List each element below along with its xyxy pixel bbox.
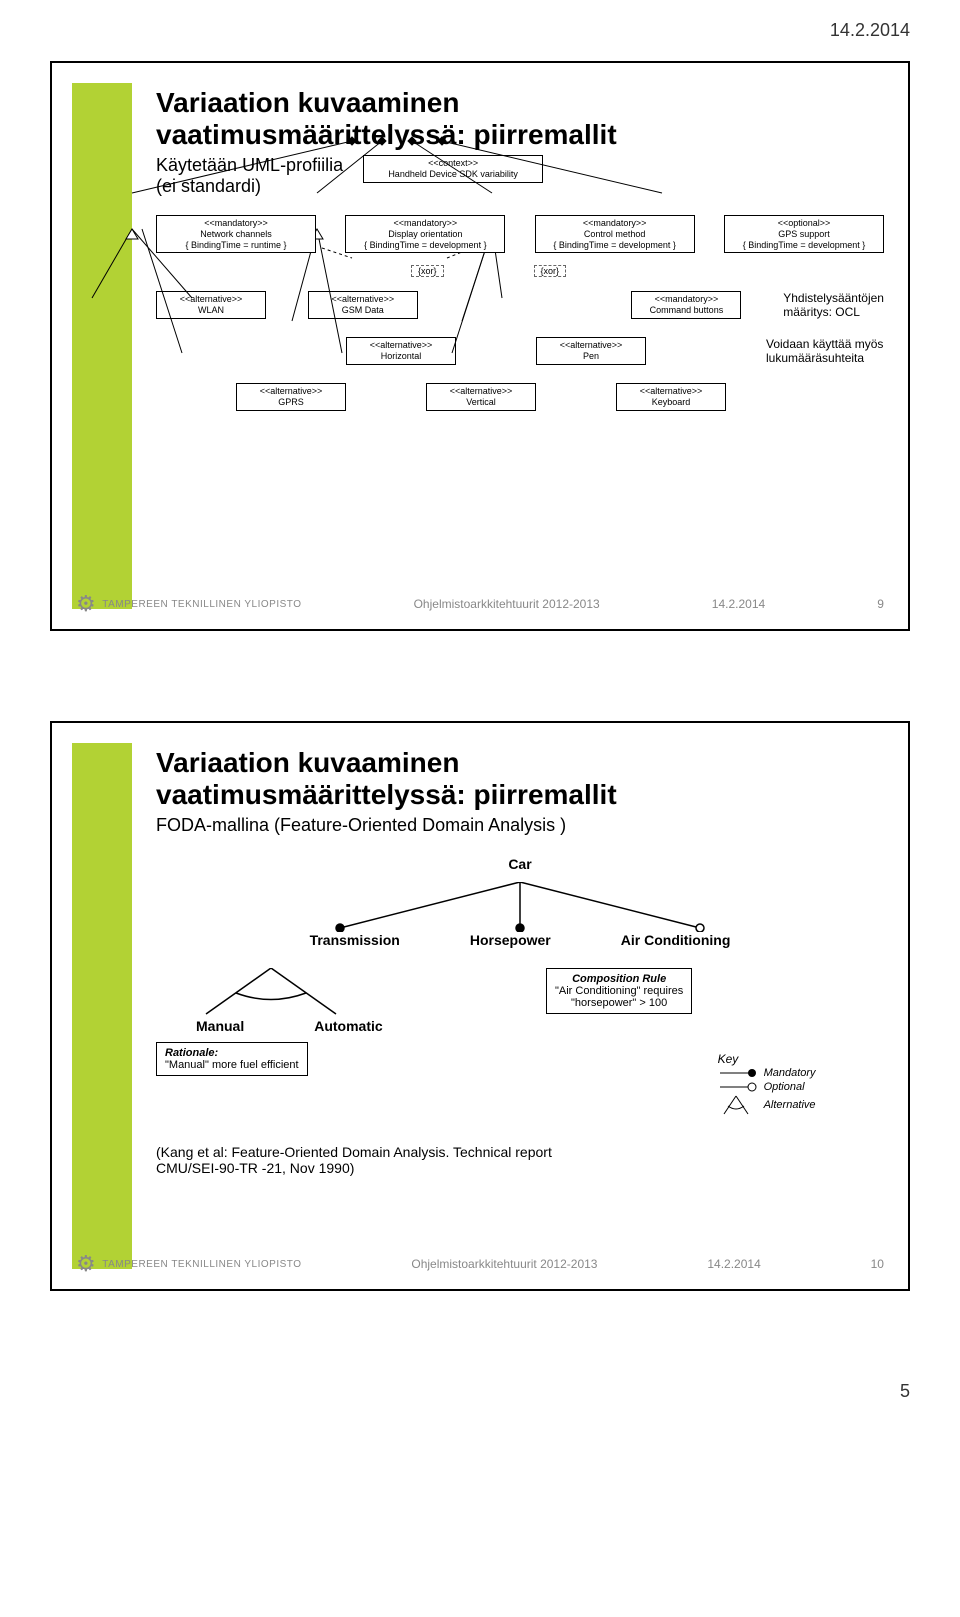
slide1-title-l1: Variaation kuvaaminen (156, 87, 459, 118)
xor-label-2: {xor} (534, 265, 567, 277)
uml-box-pen: <<alternative>> Pen (536, 337, 646, 365)
footer-logo: ⚙ TAMPEREEN TEKNILLINEN YLIOPISTO (76, 1251, 302, 1277)
foda-alt-lines (156, 968, 386, 1018)
rationale-box: Rationale: "Manual" more fuel efficient (156, 1042, 308, 1076)
feature-ac: Air Conditioning (621, 932, 731, 948)
gear-icon: ⚙ (76, 1251, 96, 1277)
uml-box-gprs: <<alternative>> GPRS (236, 383, 346, 411)
subfeature-automatic: Automatic (314, 1018, 382, 1034)
note-count: Voidaan käyttää myös lukumääräsuhteita (766, 337, 883, 365)
uml-box-wlan: <<alternative>> WLAN (156, 291, 266, 319)
feature-horsepower: Horsepower (470, 932, 551, 948)
uml-box-keyboard: <<alternative>> Keyboard (616, 383, 726, 411)
footer-course: Ohjelmistoarkkitehtuurit 2012-2013 (414, 597, 600, 611)
foda-car: Car (156, 856, 884, 872)
footer-date: 14.2.2014 (712, 597, 765, 611)
footer-logo: ⚙ TAMPEREEN TEKNILLINEN YLIOPISTO (76, 591, 302, 617)
uml-box-gps: <<optional>> GPS support { BindingTime =… (724, 215, 884, 253)
uml-box-horizontal: <<alternative>> Horizontal (346, 337, 456, 365)
page-number: 5 (50, 1381, 910, 1402)
note-ocl: Yhdistelysääntöjen määritys: OCL (783, 291, 884, 319)
page-header-date: 14.2.2014 (50, 20, 910, 41)
uml-box-display: <<mandatory>> Display orientation { Bind… (345, 215, 505, 253)
uml-box-vertical: <<alternative>> Vertical (426, 383, 536, 411)
uml-box-network: <<mandatory>> Network channels { Binding… (156, 215, 316, 253)
foda-top-lines (200, 882, 840, 932)
subfeature-manual: Manual (196, 1018, 244, 1034)
footer-page: 10 (871, 1257, 884, 1271)
slide2-title-l2: vaatimusmäärittelyssä: piirremallit (156, 779, 617, 810)
slide2-title-l1: Variaation kuvaaminen (156, 747, 459, 778)
uml-box-cmd: <<mandatory>> Command buttons (631, 291, 741, 319)
slide-2: Variaation kuvaaminen vaatimusmäärittely… (50, 721, 910, 1291)
footer-page: 9 (877, 597, 884, 611)
uml-box-control: <<mandatory>> Control method { BindingTi… (535, 215, 695, 253)
xor-label-1: {xor} (411, 265, 444, 277)
slide1-title-l2: vaatimusmäärittelyssä: piirremallit (156, 119, 617, 150)
composition-rule-box: Composition Rule "Air Conditioning" requ… (546, 968, 692, 1014)
gear-icon: ⚙ (76, 591, 96, 617)
alternative-icon (718, 1094, 758, 1116)
accent-bar (72, 83, 132, 609)
uml-box-gsm: <<alternative>> GSM Data (308, 291, 418, 319)
accent-bar (72, 743, 132, 1269)
feature-transmission: Transmission (310, 932, 400, 948)
slide-1: Variaation kuvaaminen vaatimusmäärittely… (50, 61, 910, 631)
footer-course: Ohjelmistoarkkitehtuurit 2012-2013 (411, 1257, 597, 1271)
slide2-subtitle: FODA-mallina (Feature-Oriented Domain An… (156, 815, 884, 836)
key-legend: Key Mandatory Optional (718, 1052, 816, 1116)
optional-icon (718, 1080, 758, 1094)
mandatory-icon (718, 1066, 758, 1080)
reference-text: (Kang et al: Feature-Oriented Domain Ana… (156, 1144, 884, 1176)
slide1-subtitle: Käytetään UML-profiilia (ei standardi) (156, 155, 343, 197)
footer-date: 14.2.2014 (707, 1257, 760, 1271)
uml-context-box: <<context>> Handheld Device SDK variabil… (363, 155, 543, 183)
